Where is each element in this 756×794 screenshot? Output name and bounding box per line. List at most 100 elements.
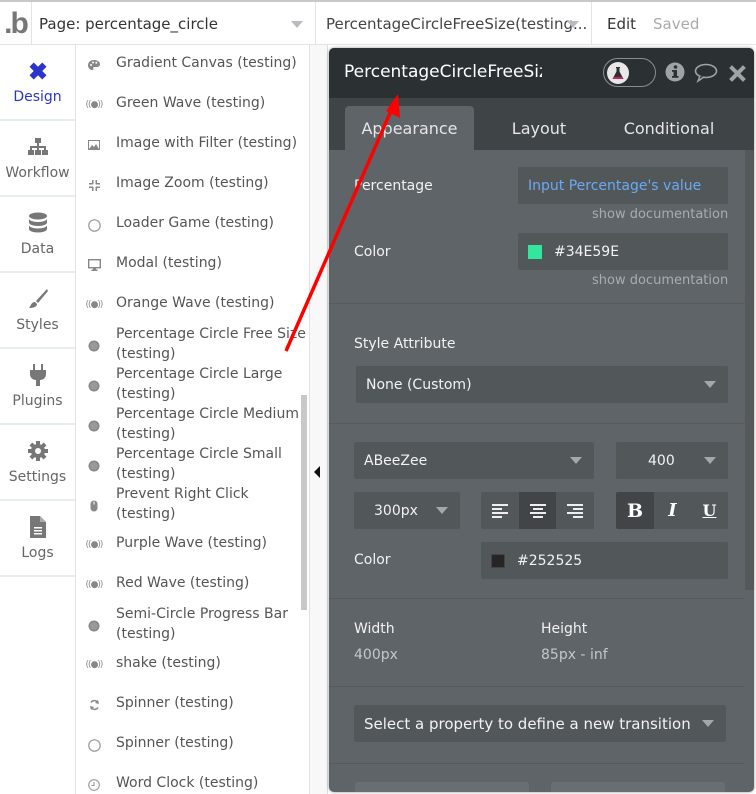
bottom-action-button[interactable] — [551, 782, 725, 792]
palette-icon — [87, 58, 101, 72]
nav-label: Design — [13, 89, 62, 105]
element-list-item[interactable]: Percentage Circle Large (testing) — [77, 364, 309, 404]
chevron-down-icon — [567, 21, 579, 28]
element-list-item[interactable]: Percentage Circle Small (testing) — [77, 444, 309, 484]
font-family-dropdown[interactable]: ABeeZee — [354, 442, 594, 479]
bold-button[interactable]: B — [616, 492, 654, 529]
tab-layout[interactable]: Layout — [489, 106, 589, 150]
element-list-item[interactable]: ((●)) Red Wave (testing) — [77, 573, 309, 595]
element-list-item[interactable]: ((●)) Purple Wave (testing) — [77, 533, 309, 555]
element-list-item[interactable]: Image Zoom (testing) — [77, 173, 309, 195]
edit-menu[interactable]: Edit — [607, 15, 636, 33]
nav-logs[interactable]: Logs — [0, 501, 75, 577]
color-picker[interactable]: #34E59E — [518, 233, 728, 270]
element-list-item[interactable]: Semi-Circle Progress Bar (testing) — [77, 604, 309, 644]
color-doc-link[interactable]: show documentation — [592, 273, 728, 288]
divider — [329, 763, 745, 764]
test-mode-toggle[interactable] — [603, 58, 656, 87]
transition-placeholder: Select a property to define a new transi… — [364, 714, 691, 733]
font-weight-value: 400 — [648, 452, 675, 469]
underline-button[interactable]: U — [691, 492, 728, 529]
font-size-value: 300px — [374, 502, 418, 519]
align-left-icon — [492, 503, 508, 518]
editor-title[interactable]: PercentageCircleFreeSize — [344, 62, 542, 82]
element-list-item-label: Purple Wave (testing) — [116, 535, 267, 551]
height-label: Height — [541, 621, 588, 637]
align-center-button[interactable] — [519, 492, 556, 529]
element-list-item[interactable]: Prevent Right Click (testing) — [77, 484, 309, 524]
width-value: 400px — [354, 647, 398, 663]
filled-circle-icon — [87, 379, 101, 393]
element-list-item[interactable]: ((●)) shake (testing) — [77, 653, 309, 675]
broadcast-icon: ((●)) — [85, 100, 104, 110]
percentage-label: Percentage — [354, 178, 433, 194]
element-list-item[interactable]: ((●)) Orange Wave (testing) — [77, 293, 309, 315]
collapse-panel-icon[interactable] — [314, 466, 320, 478]
top-bar: .b Page: percentage_circle PercentageCir… — [0, 0, 756, 45]
element-list: Gradient Canvas (testing) ((●)) Green Wave… — [77, 45, 309, 794]
element-list-item[interactable]: Spinner (testing) — [77, 693, 309, 715]
panel-divider — [309, 45, 328, 794]
editor-header[interactable]: PercentageCircleFreeSize — [329, 48, 754, 98]
text-color-picker[interactable]: #252525 — [481, 542, 728, 579]
italic-button[interactable]: I — [654, 492, 691, 529]
tab-appearance[interactable]: Appearance — [345, 106, 474, 150]
element-list-item[interactable]: Percentage Circle Medium (testing) — [77, 404, 309, 444]
text-color-swatch — [491, 553, 505, 568]
editor-scrollbar[interactable] — [745, 150, 754, 590]
close-icon[interactable] — [729, 65, 746, 86]
refresh-icon — [87, 698, 101, 712]
style-attribute-dropdown[interactable]: None (Custom) — [356, 366, 728, 403]
element-list-item[interactable]: Gradient Canvas (testing) — [77, 53, 309, 75]
align-left-button[interactable] — [481, 492, 519, 529]
chevron-down-icon — [570, 457, 582, 464]
element-list-item[interactable]: ((●)) Green Wave (testing) — [77, 93, 309, 115]
nav-plugins[interactable]: Plugins — [0, 349, 75, 425]
element-list-item-label: Image Zoom (testing) — [116, 175, 269, 191]
element-list-item[interactable]: Spinner (testing) — [77, 733, 309, 755]
nav-label: Styles — [16, 317, 59, 333]
nav-label: Plugins — [12, 393, 63, 409]
font-size-dropdown[interactable]: 300px — [354, 492, 460, 529]
tab-conditional[interactable]: Conditional — [609, 106, 729, 150]
element-list-item[interactable]: Modal (testing) — [77, 253, 309, 275]
element-list-item[interactable]: Image with Filter (testing) — [77, 133, 309, 155]
chevron-down-icon — [436, 507, 448, 514]
element-list-item-label: Gradient Canvas (testing) — [116, 55, 297, 71]
element-selector-dropdown[interactable]: PercentageCircleFreeSize(testing... — [316, 2, 592, 45]
chevron-down-icon — [702, 720, 714, 727]
broadcast-icon: ((●)) — [85, 660, 104, 670]
page-selector-label: Page: percentage_circle — [39, 14, 218, 33]
element-list-scrollbar[interactable] — [301, 395, 307, 610]
element-list-item-label: Word Clock (testing) — [116, 775, 259, 791]
database-icon — [26, 211, 50, 235]
comment-icon[interactable] — [694, 63, 718, 87]
element-list-item-label: Red Wave (testing) — [116, 575, 250, 591]
percentage-input[interactable]: Input Percentage's value — [518, 167, 728, 204]
element-list-item[interactable]: Loader Game (testing) — [77, 213, 309, 235]
percentage-doc-link[interactable]: show documentation — [592, 207, 728, 222]
text-color-label: Color — [354, 552, 391, 568]
style-attribute-value: None (Custom) — [366, 376, 472, 393]
bottom-action-button[interactable] — [355, 782, 529, 792]
monitor-icon — [87, 258, 101, 272]
element-list-item[interactable]: Percentage Circle Free Size (testing) — [77, 324, 309, 364]
transition-dropdown[interactable]: Select a property to define a new transi… — [354, 705, 726, 742]
bubble-logo[interactable]: .b — [0, 2, 32, 45]
element-list-item-label: Image with Filter (testing) — [116, 135, 298, 151]
nav-design[interactable]: Design — [0, 45, 75, 121]
nav-workflow[interactable]: Workflow — [0, 121, 75, 197]
nav-styles[interactable]: Styles — [0, 273, 75, 349]
element-list-item[interactable]: Word Clock (testing) — [77, 773, 309, 794]
element-list-item-label: Percentage Circle Free Size (testing) — [116, 326, 306, 362]
percentage-placeholder: Input Percentage's value — [528, 177, 702, 194]
filled-circle-icon — [87, 419, 101, 433]
nav-settings[interactable]: Settings — [0, 425, 75, 501]
page-selector-dropdown[interactable]: Page: percentage_circle — [32, 2, 316, 45]
align-right-button[interactable] — [556, 492, 594, 529]
info-icon[interactable] — [665, 62, 685, 86]
nav-data[interactable]: Data — [0, 197, 75, 273]
element-list-item-label: Percentage Circle Medium (testing) — [116, 406, 299, 442]
width-label: Width — [354, 621, 395, 637]
font-weight-dropdown[interactable]: 400 — [616, 442, 728, 479]
